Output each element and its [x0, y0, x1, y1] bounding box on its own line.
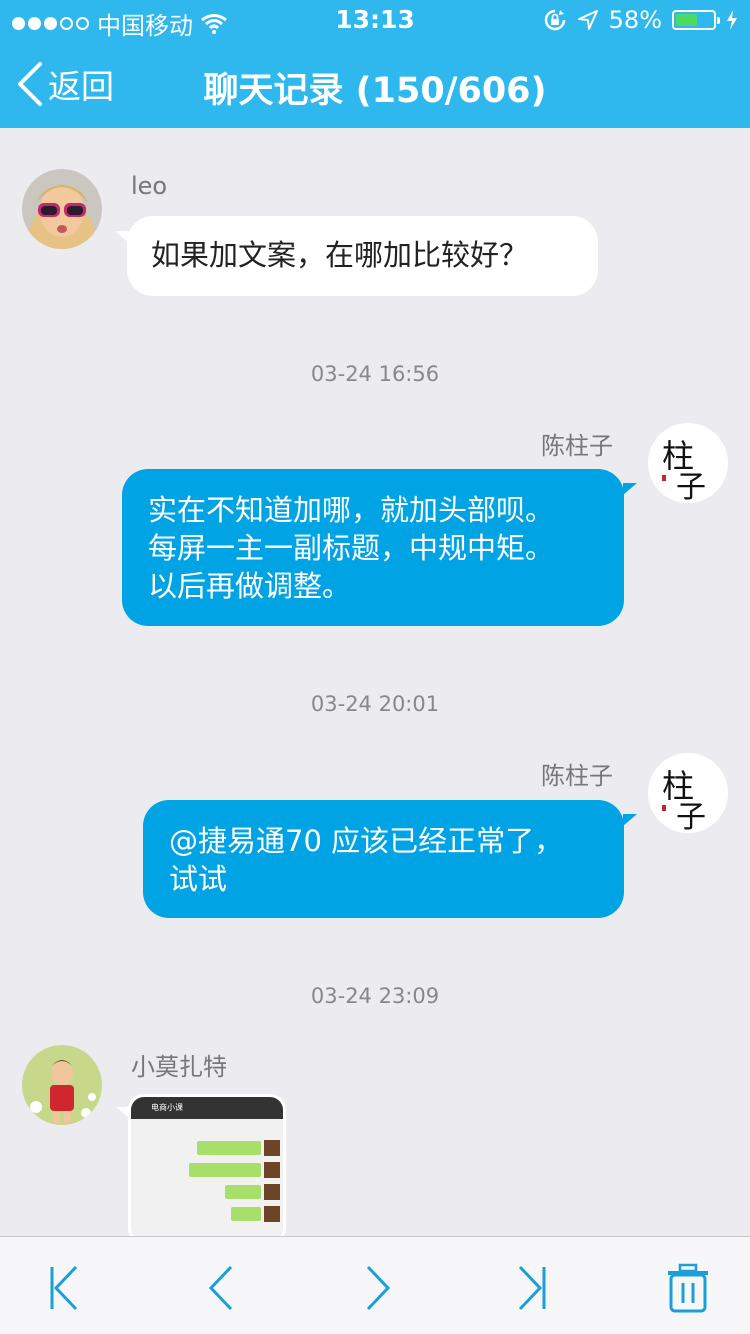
sender-name-leo: leo — [131, 172, 168, 200]
message-bubble-leo[interactable]: 如果加文案，在哪加比较好？ — [127, 216, 598, 296]
trash-icon — [668, 1263, 708, 1313]
message-text-line: @捷易通70 应该已经正常了， — [169, 824, 564, 858]
message-text-line: 以后再做调整。 — [148, 569, 352, 603]
pagination-toolbar — [0, 1236, 750, 1334]
sender-name-chen: 陈柱子 — [541, 432, 613, 460]
charging-icon — [727, 10, 737, 30]
bubble-tail — [623, 483, 637, 495]
page-title-text: 聊天记录 — [203, 71, 344, 111]
chen-avatar-image: 柱 子 — [648, 423, 728, 503]
message-image-screenshot[interactable]: 电商小课 — [128, 1094, 286, 1236]
image-header: 电商小课 — [131, 1097, 283, 1119]
timestamp: 03-24 16:56 — [310, 362, 440, 386]
message-text-line: 试试 — [169, 862, 228, 896]
delete-button[interactable] — [660, 1263, 716, 1313]
chen-avatar-image: 柱 子 — [648, 753, 728, 833]
next-page-icon — [366, 1265, 391, 1311]
image-body — [131, 1119, 283, 1236]
next-page-button[interactable] — [350, 1263, 406, 1313]
timestamp: 03-24 23:09 — [310, 984, 440, 1008]
last-page-button[interactable] — [506, 1263, 562, 1313]
previous-page-button[interactable] — [195, 1263, 251, 1313]
message-text-line: 实在不知道加哪，就加头部呗。 — [148, 493, 555, 527]
avatar-mozart[interactable] — [22, 1045, 102, 1125]
avatar-chen[interactable]: 柱 子 — [648, 423, 728, 503]
image-header-title: 电商小课 — [151, 1103, 183, 1112]
avatar-calligraphy-2: 子 — [676, 800, 706, 833]
location-icon — [577, 10, 598, 30]
sender-name-mozart: 小莫扎特 — [131, 1053, 227, 1081]
last-page-icon — [518, 1265, 546, 1311]
avatar-chen[interactable]: 柱 子 — [648, 753, 728, 833]
page-indicator: (150/606) — [355, 71, 547, 111]
message-text-line: 每屏一主一副标题，中规中矩。 — [148, 531, 555, 565]
avatar-leo[interactable] — [22, 169, 102, 249]
timestamp: 03-24 20:01 — [310, 692, 440, 716]
orientation-lock-icon — [544, 9, 565, 31]
message-text: 如果加文案，在哪加比较好？ — [151, 238, 529, 272]
navigation-bar: 返回 聊天记录 (150/606) — [0, 40, 750, 128]
leo-avatar-image — [22, 169, 102, 249]
first-page-icon — [50, 1265, 78, 1311]
previous-page-icon — [208, 1265, 233, 1311]
avatar-calligraphy-2: 子 — [676, 470, 706, 503]
bubble-tail — [623, 814, 637, 826]
mozart-avatar-image — [22, 1045, 102, 1125]
battery-percent: 58% — [608, 6, 662, 34]
page-title: 聊天记录 (150/606) — [0, 62, 750, 113]
battery-icon — [672, 10, 720, 30]
status-right: 58% — [543, 6, 738, 34]
message-bubble-chen-2[interactable]: @捷易通70 应该已经正常了， 试试 — [143, 800, 624, 918]
chat-history[interactable]: leo 如果加文案，在哪加比较好？ 03-24 16:56 陈柱子 柱 子 实在… — [0, 128, 750, 1236]
message-bubble-chen-1[interactable]: 实在不知道加哪，就加头部呗。 每屏一主一副标题，中规中矩。 以后再做调整。 — [122, 469, 624, 626]
status-bar: 中国移动 13:13 58% — [0, 0, 750, 40]
first-page-button[interactable] — [38, 1263, 94, 1313]
sender-name-chen: 陈柱子 — [541, 762, 613, 790]
